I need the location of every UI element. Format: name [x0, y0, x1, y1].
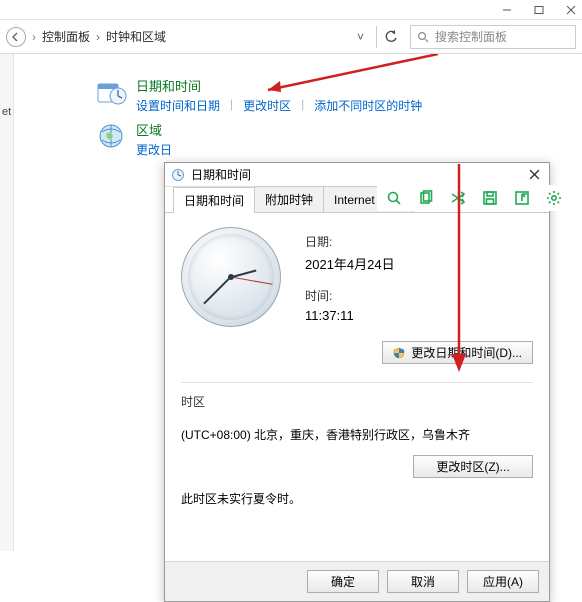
- change-datetime-button[interactable]: 更改日期和时间(D)...: [382, 341, 533, 364]
- category-region-title[interactable]: 区域: [136, 120, 172, 139]
- time-label: 时间:: [305, 287, 395, 304]
- tool-save-icon[interactable]: [481, 189, 499, 207]
- tool-magnify-icon[interactable]: [385, 189, 403, 207]
- chevron-right-icon: ›: [32, 30, 36, 44]
- address-dropdown[interactable]: ˅: [351, 30, 370, 44]
- category-region: 区域 更改日: [96, 120, 172, 158]
- window-close-button[interactable]: [564, 3, 578, 17]
- content-area: et 日期和时间 设置时间和日期 | 更改时区 | 添加不同时区的时钟: [0, 54, 582, 551]
- search-icon: [417, 31, 429, 43]
- dialog-footer: 确定 取消 应用(A): [165, 561, 549, 601]
- date-label: 日期:: [305, 233, 395, 250]
- breadcrumb-seg-0[interactable]: 控制面板: [42, 28, 90, 45]
- cancel-button[interactable]: 取消: [387, 570, 459, 593]
- breadcrumb-sep: ›: [94, 30, 102, 44]
- left-rail-text: et: [0, 54, 13, 118]
- link-change-timezone[interactable]: 更改时区: [243, 97, 291, 114]
- breadcrumb[interactable]: 控制面板 › 时钟和区域: [42, 28, 345, 45]
- tool-share-icon[interactable]: [513, 189, 531, 207]
- time-value: 11:37:11: [305, 308, 395, 323]
- window-titlebar: [0, 0, 582, 20]
- dialog-title: 日期和时间: [191, 166, 519, 183]
- dst-note: 此时区未实行夏令时。: [181, 490, 533, 507]
- ok-button[interactable]: 确定: [307, 570, 379, 593]
- tab-additional-clocks[interactable]: 附加时钟: [254, 186, 324, 212]
- category-datetime: 日期和时间 设置时间和日期 | 更改时区 | 添加不同时区的时钟: [96, 76, 422, 114]
- date-value: 2021年4月24日: [305, 254, 395, 273]
- analog-clock: [181, 227, 281, 327]
- tab-datetime[interactable]: 日期和时间: [173, 187, 255, 213]
- link-region-partial[interactable]: 更改日: [136, 141, 172, 158]
- tool-copy-icon[interactable]: [417, 189, 435, 207]
- search-input[interactable]: 搜索控制面板: [410, 25, 576, 49]
- close-icon: [529, 169, 540, 180]
- change-datetime-button-label: 更改日期和时间(D)...: [411, 344, 522, 361]
- clock-calendar-icon: [96, 76, 128, 108]
- uac-shield-icon: [393, 347, 405, 359]
- globe-icon: [96, 120, 128, 152]
- dialog-title-icon: [171, 168, 185, 182]
- back-arrow-icon: [11, 32, 21, 42]
- annotation-toolbar: [377, 185, 571, 211]
- refresh-icon: [384, 30, 398, 44]
- tool-settings-icon[interactable]: [545, 189, 563, 207]
- breadcrumb-seg-1[interactable]: 时钟和区域: [106, 28, 166, 45]
- address-bar: › 控制面板 › 时钟和区域 ˅ 搜索控制面板: [0, 20, 582, 54]
- refresh-button[interactable]: [376, 26, 404, 48]
- timezone-heading: 时区: [181, 393, 533, 410]
- change-timezone-button[interactable]: 更改时区(Z)...: [413, 455, 533, 478]
- window-minimize-button[interactable]: [500, 3, 514, 17]
- datetime-dialog: 日期和时间 日期和时间 附加时钟 Internet 时间 日期: 2021年4月…: [164, 162, 550, 602]
- apply-button[interactable]: 应用(A): [467, 570, 539, 593]
- dialog-titlebar[interactable]: 日期和时间: [165, 163, 549, 187]
- dialog-close-button[interactable]: [525, 166, 543, 184]
- category-datetime-title[interactable]: 日期和时间: [136, 76, 422, 95]
- change-timezone-button-label: 更改时区(Z)...: [436, 458, 509, 475]
- link-add-tz-clocks[interactable]: 添加不同时区的时钟: [314, 97, 422, 114]
- link-set-datetime[interactable]: 设置时间和日期: [136, 97, 220, 114]
- tool-shuffle-icon[interactable]: [449, 189, 467, 207]
- dialog-body: 日期: 2021年4月24日 时间: 11:37:11 更改日期和时间(D)..…: [165, 213, 549, 561]
- window-maximize-button[interactable]: [532, 3, 546, 17]
- timezone-value: (UTC+08:00) 北京，重庆，香港特别行政区，乌鲁木齐: [181, 426, 533, 443]
- back-button[interactable]: [6, 27, 26, 47]
- left-rail: et: [0, 54, 14, 551]
- search-placeholder: 搜索控制面板: [435, 28, 507, 45]
